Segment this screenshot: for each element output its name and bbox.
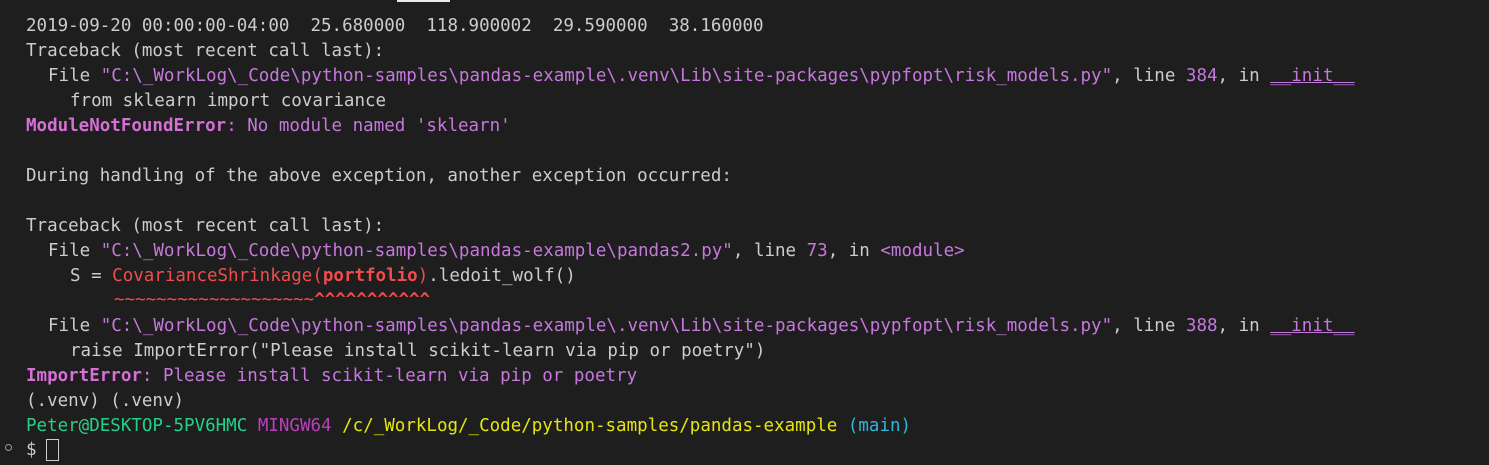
error-name: ImportError bbox=[26, 366, 142, 386]
error-marker-line: ~~~~~~~~~~~~~~~~~~~^^^^^^^^^^^ bbox=[114, 288, 430, 313]
error-line: ImportError: Please install scikit-learn… bbox=[26, 366, 638, 386]
traceback-file-line: File "C:\_WorkLog\_Code\python-samples\p… bbox=[48, 241, 965, 261]
traceback-code-line: raise ImportError("Please install scikit… bbox=[70, 341, 766, 361]
traceback-header: Traceback (most recent call last): bbox=[26, 41, 385, 61]
input-prompt-symbol: $ bbox=[26, 440, 37, 460]
venv-indicator-line: (.venv) (.venv) bbox=[26, 391, 185, 411]
error-message: Please install scikit-learn via pip or p… bbox=[162, 366, 638, 386]
error-message: No module named 'sklearn' bbox=[247, 116, 511, 136]
traceback-header: Traceback (most recent call last): bbox=[26, 216, 385, 236]
text-cursor[interactable] bbox=[46, 439, 59, 461]
data-row-value-3: 29.590000 bbox=[552, 16, 648, 36]
file-path: "C:\_WorkLog\_Code\python-samples\pandas… bbox=[100, 241, 733, 261]
highlighted-argument: portfolio bbox=[322, 266, 418, 286]
traceback-code-line: S = CovarianceShrinkage(portfolio).ledoi… bbox=[70, 266, 576, 286]
error-line: ModuleNotFoundError: No module named 'sk… bbox=[26, 116, 511, 136]
file-path: "C:\_WorkLog\_Code\python-samples\pandas… bbox=[100, 316, 1113, 336]
function-name: __init__ bbox=[1270, 66, 1355, 86]
traceback-code-line: from sklearn import covariance bbox=[70, 91, 387, 111]
line-number: 384 bbox=[1185, 66, 1218, 86]
file-path: "C:\_WorkLog\_Code\python-samples\pandas… bbox=[100, 66, 1113, 86]
data-row-value-2: 118.900002 bbox=[426, 16, 532, 36]
shell-prompt-line: Peter@DESKTOP-5PV6HMC MINGW64 /c/_WorkLo… bbox=[26, 414, 911, 439]
prompt-user-host: Peter@DESKTOP-5PV6HMC bbox=[26, 416, 248, 436]
function-name: <module> bbox=[880, 241, 965, 261]
data-row-value-1: 25.680000 bbox=[310, 16, 406, 36]
data-row-date: 2019-09-20 00:00:00-04:00 bbox=[26, 16, 290, 36]
command-decoration-icon[interactable] bbox=[5, 444, 12, 451]
highlighted-call: CovarianceShrinkage( bbox=[112, 266, 323, 286]
caret-markers: ^^^^^^^^^^^ bbox=[314, 290, 431, 310]
data-row-value-4: 38.160000 bbox=[668, 16, 764, 36]
line-number: 73 bbox=[806, 241, 828, 261]
error-name: ModuleNotFoundError bbox=[26, 116, 227, 136]
line-number: 388 bbox=[1185, 316, 1218, 336]
prompt-msys: MINGW64 bbox=[257, 416, 332, 436]
terminal-output[interactable]: 2019-09-20 00:00:00-04:00 25.680000 118.… bbox=[0, 0, 1489, 465]
prompt-git-branch: (main) bbox=[847, 416, 912, 436]
data-row-line: 2019-09-20 00:00:00-04:00 25.680000 118.… bbox=[26, 14, 764, 39]
traceback-file-line: File "C:\_WorkLog\_Code\python-samples\p… bbox=[48, 316, 1355, 336]
function-name: __init__ bbox=[1270, 316, 1355, 336]
tilde-markers: ~~~~~~~~~~~~~~~~~~~ bbox=[114, 290, 315, 310]
traceback-file-line: File "C:\_WorkLog\_Code\python-samples\p… bbox=[48, 66, 1355, 86]
during-handling-line: During handling of the above exception, … bbox=[26, 166, 732, 186]
scroll-indicator bbox=[397, 0, 450, 2]
prompt-cwd: /c/_WorkLog/_Code/python-samples/pandas-… bbox=[342, 416, 838, 436]
